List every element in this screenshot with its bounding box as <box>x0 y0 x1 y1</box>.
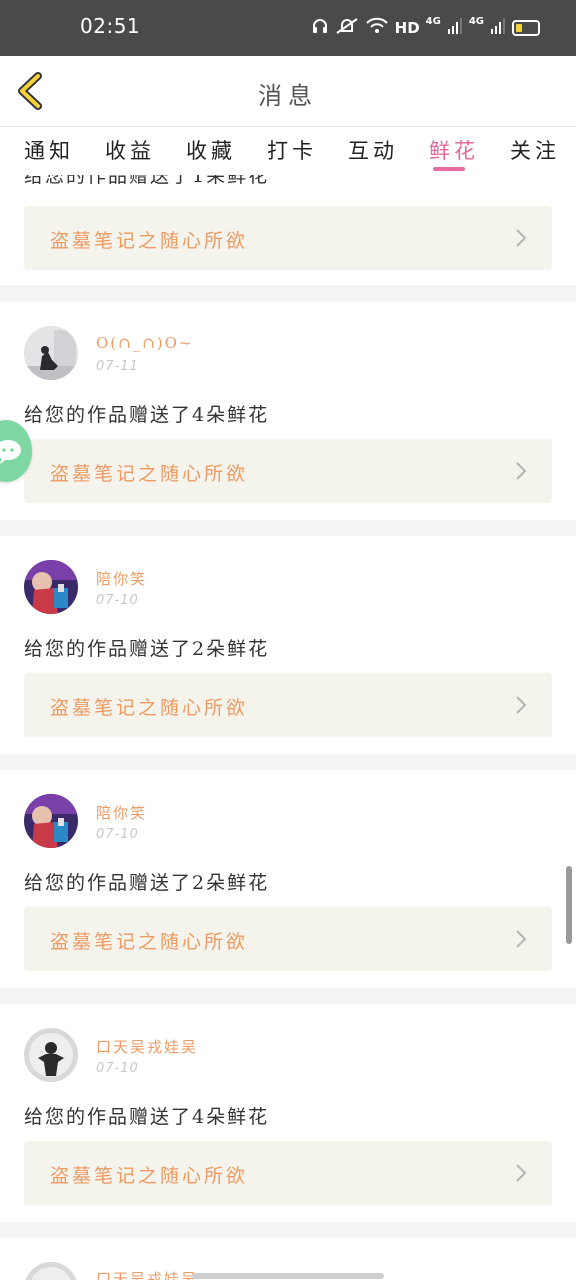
tab-checkin[interactable]: 打卡 <box>267 135 317 165</box>
work-link[interactable]: 盗墓笔记之随心所欲 <box>24 206 552 270</box>
page-title: 消息 <box>258 82 318 110</box>
signal-icon <box>490 17 506 39</box>
message-text: 给您的作品赠送了2朵鲜花 <box>24 638 270 660</box>
bell-muted-icon <box>335 17 359 39</box>
tab-earnings[interactable]: 收益 <box>105 135 155 165</box>
sender-name[interactable]: 口天吴戎娃吴 <box>96 1268 198 1280</box>
work-title: 盗墓笔记之随心所欲 <box>50 697 249 719</box>
home-indicator[interactable] <box>192 1273 384 1279</box>
scrollbar[interactable] <box>566 866 572 944</box>
tab-following[interactable]: 关注 <box>510 135 560 165</box>
flower-message-list: 给您的作品赠送了1朵鲜花 盗墓笔记之随心所欲 O(∩_∩)O~ 07-11 给您… <box>0 175 576 1280</box>
chevron-right-icon <box>516 930 527 948</box>
tab-interactions[interactable]: 互动 <box>348 135 398 165</box>
sender-name[interactable]: 陪你笑 <box>96 568 147 589</box>
message-card: 陪你笑 07-10 给您的作品赠送了2朵鲜花 盗墓笔记之随心所欲 <box>0 770 576 988</box>
avatar[interactable] <box>24 1262 78 1280</box>
tab-bar: 通知 收益 收藏 打卡 互动 鲜花 关注 <box>0 127 576 175</box>
chevron-right-icon <box>516 696 527 714</box>
signal-icon <box>447 17 463 39</box>
tab-notifications[interactable]: 通知 <box>24 135 74 165</box>
work-title: 盗墓笔记之随心所欲 <box>50 931 249 953</box>
avatar[interactable] <box>24 1028 78 1082</box>
work-title: 盗墓笔记之随心所欲 <box>50 1165 249 1187</box>
app-header: 消息 <box>0 56 576 127</box>
tab-favorites[interactable]: 收藏 <box>186 135 236 165</box>
message-text: 给您的作品赠送了4朵鲜花 <box>24 404 270 426</box>
clock: 02:51 <box>80 14 141 38</box>
network-type: 4G <box>425 16 441 27</box>
chevron-right-icon <box>516 1164 527 1182</box>
sender-name[interactable]: 陪你笑 <box>96 802 147 823</box>
wechat-share-button[interactable] <box>0 420 32 482</box>
message-text: 给您的作品赠送了2朵鲜花 <box>24 872 270 894</box>
message-date: 07-10 <box>96 593 139 608</box>
message-card: 口天吴戎娃吴 07-10 给您的作品赠送了4朵鲜花 盗墓笔记之随心所欲 <box>0 1004 576 1222</box>
message-card: 给您的作品赠送了1朵鲜花 盗墓笔记之随心所欲 <box>0 175 576 285</box>
active-tab-indicator <box>433 167 465 171</box>
message-text: 给您的作品赠送了1朵鲜花 <box>24 175 270 187</box>
wechat-icon <box>0 440 21 464</box>
message-date: 07-10 <box>96 1061 139 1076</box>
wifi-icon <box>365 17 389 39</box>
message-date: 07-10 <box>96 827 139 842</box>
network-type: 4G <box>468 16 484 27</box>
chevron-right-icon <box>516 229 527 247</box>
work-link[interactable]: 盗墓笔记之随心所欲 <box>24 439 552 503</box>
message-card: 陪你笑 07-10 给您的作品赠送了2朵鲜花 盗墓笔记之随心所欲 <box>0 536 576 754</box>
chevron-right-icon <box>516 462 527 480</box>
work-link[interactable]: 盗墓笔记之随心所欲 <box>24 673 552 737</box>
sender-name[interactable]: 口天吴戎娃吴 <box>96 1036 198 1057</box>
work-link[interactable]: 盗墓笔记之随心所欲 <box>24 907 552 971</box>
status-bar: 02:51 HD 4G 4G <box>0 0 576 56</box>
headset-icon <box>311 17 329 39</box>
avatar[interactable] <box>24 560 78 614</box>
work-title: 盗墓笔记之随心所欲 <box>50 230 249 252</box>
hd-label: HD <box>394 19 420 37</box>
message-card: O(∩_∩)O~ 07-11 给您的作品赠送了4朵鲜花 盗墓笔记之随心所欲 <box>0 302 576 520</box>
battery-icon <box>512 20 540 36</box>
message-text: 给您的作品赠送了4朵鲜花 <box>24 1106 270 1128</box>
work-title: 盗墓笔记之随心所欲 <box>50 463 249 485</box>
avatar[interactable] <box>24 326 78 380</box>
message-date: 07-11 <box>96 359 139 374</box>
status-icons: HD 4G 4G <box>311 16 540 40</box>
work-link[interactable]: 盗墓笔记之随心所欲 <box>24 1141 552 1205</box>
avatar[interactable] <box>24 794 78 848</box>
tab-flowers[interactable]: 鲜花 <box>429 135 479 165</box>
sender-name[interactable]: O(∩_∩)O~ <box>96 334 194 352</box>
